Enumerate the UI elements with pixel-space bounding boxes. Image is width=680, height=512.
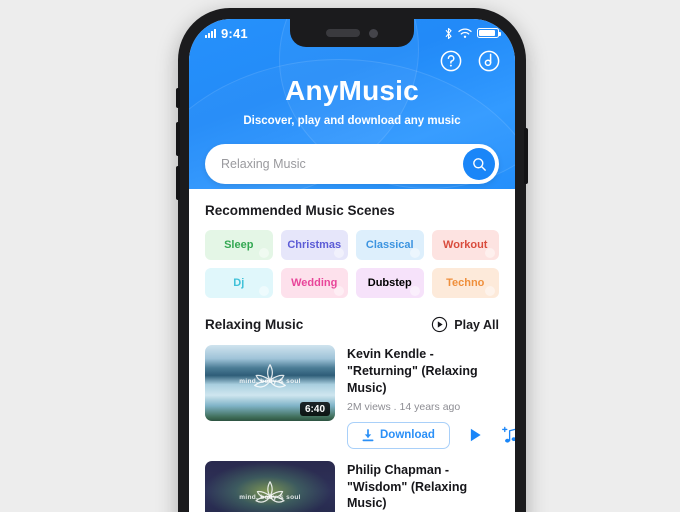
bluetooth-icon	[445, 27, 452, 39]
status-bar-right	[444, 27, 501, 40]
play-all-button[interactable]: Play All	[431, 316, 499, 333]
play-triangle-icon[interactable]	[466, 426, 484, 444]
status-bar-left: 9:41	[205, 26, 248, 41]
wifi-icon	[458, 27, 472, 38]
scene-tag-label: Classical	[365, 239, 414, 251]
music-scene-grid: Sleep Christmas Classical Workout Dj Wed…	[205, 230, 499, 298]
device-notch	[290, 19, 414, 47]
app-tagline: Discover, play and download any music	[243, 115, 461, 127]
search-button[interactable]	[463, 148, 495, 180]
help-circle-icon[interactable]	[439, 49, 463, 73]
scene-tag-christmas[interactable]: Christmas	[280, 230, 348, 260]
song-action-group: Download	[347, 421, 515, 449]
song-title-line2: "Wisdom" (Relaxing Music)	[347, 479, 468, 511]
song-title-line1: Kevin Kendle -	[347, 347, 434, 361]
earpiece-speaker	[326, 29, 360, 37]
song-info: Kevin Kendle - "Returning" (Relaxing Mus…	[347, 345, 515, 449]
song-thumbnail[interactable]: mind, body & soul 6:04	[205, 460, 335, 512]
power-button[interactable]	[524, 128, 528, 184]
song-duration-badge: 6:40	[299, 402, 330, 416]
scene-tag-sleep[interactable]: Sleep	[205, 230, 273, 260]
lotus-logo-icon	[254, 364, 286, 388]
battery-icon	[477, 28, 501, 38]
music-disc-icon[interactable]	[477, 49, 501, 73]
play-circle-icon	[432, 316, 448, 333]
download-button-label: Download	[380, 429, 435, 442]
scene-tag-dj[interactable]: Dj	[205, 268, 273, 298]
search-icon	[472, 157, 486, 171]
song-list-item: mind, body & soul 6:04 Philip Chapman - …	[205, 460, 499, 512]
play-all-label: Play All	[454, 317, 499, 332]
scene-tag-label: Christmas	[287, 239, 342, 251]
mute-switch[interactable]	[176, 88, 180, 108]
download-button[interactable]: Download	[347, 421, 450, 449]
scene-tag-label: Workout	[443, 239, 488, 251]
lotus-logo-icon	[255, 480, 285, 503]
scene-tag-wedding[interactable]: Wedding	[280, 268, 348, 298]
volume-down-button[interactable]	[176, 166, 180, 200]
scene-tag-label: Dubstep	[367, 277, 412, 289]
song-list-item: mind, body & soul 6:40 Kevin Kendle - "R…	[205, 345, 515, 449]
relaxing-section-title: Relaxing Music	[205, 317, 304, 332]
volume-up-button[interactable]	[176, 122, 180, 156]
scene-tag-label: Dj	[233, 277, 245, 289]
scene-tag-classical[interactable]: Classical	[356, 230, 424, 260]
scene-tag-techno[interactable]: Techno	[431, 268, 499, 298]
scene-tag-label: Wedding	[291, 277, 338, 289]
search-bar[interactable]	[205, 144, 499, 184]
front-camera	[369, 28, 378, 38]
thumbnail-caption: mind, body & soul	[239, 494, 301, 502]
screenshot-stage: 9:41 AnyMusic Discover, play and downloa…	[0, 0, 680, 512]
download-arrow-icon	[362, 428, 374, 441]
scene-tag-label: Sleep	[224, 239, 254, 251]
app-title: AnyMusic	[285, 75, 419, 106]
search-input[interactable]	[221, 157, 463, 171]
signal-bars-icon	[205, 28, 216, 38]
status-time: 9:41	[221, 25, 248, 41]
thumbnail-caption: mind, body & soul	[239, 378, 301, 386]
scene-tag-dubstep[interactable]: Dubstep	[356, 268, 424, 298]
scene-tag-label: Techno	[446, 277, 485, 289]
add-to-playlist-icon[interactable]	[500, 425, 515, 445]
scene-tag-workout[interactable]: Workout	[431, 230, 499, 260]
song-info: Philip Chapman - "Wisdom" (Relaxing Musi…	[347, 461, 499, 512]
scenes-section-title: Recommended Music Scenes	[205, 203, 395, 218]
song-thumbnail[interactable]: mind, body & soul 6:40	[205, 345, 335, 421]
phone-screen: 9:41 AnyMusic Discover, play and downloa…	[189, 19, 515, 512]
relaxing-section-header: Relaxing Music Play All	[205, 316, 499, 333]
song-meta: 2M views . 14 years ago	[347, 400, 461, 413]
song-title-line2: "Returning" (Relaxing Music)	[347, 363, 478, 395]
app-content: Recommended Music Scenes Sleep Christmas…	[189, 189, 515, 512]
song-title-line1: Philip Chapman -	[347, 462, 450, 477]
header-icon-group	[439, 49, 501, 73]
